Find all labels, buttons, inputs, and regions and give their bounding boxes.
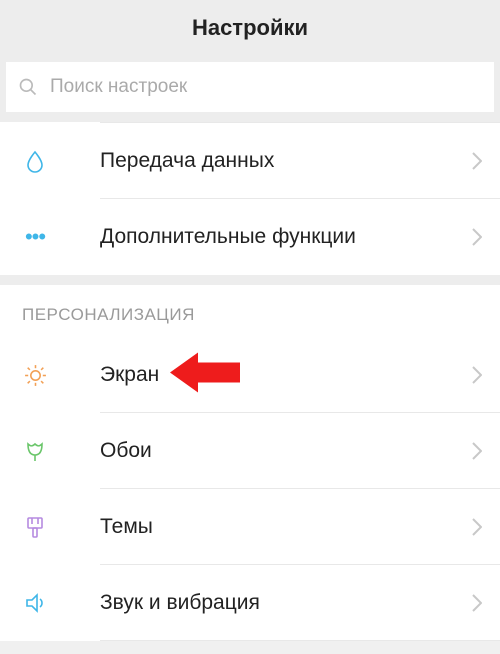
chevron-right-icon: [472, 442, 482, 460]
chevron-right-icon: [472, 152, 482, 170]
droplet-icon: [22, 148, 48, 174]
tulip-icon: [22, 438, 48, 464]
settings-row-data-transfer[interactable]: Передача данных: [0, 123, 500, 199]
settings-row-wallpaper[interactable]: Обои: [0, 413, 500, 489]
settings-row-additional-functions[interactable]: ••• Дополнительные функции: [0, 199, 500, 275]
settings-row-label: Звук и вибрация: [100, 591, 472, 615]
app-header: Настройки: [0, 0, 500, 56]
settings-row-themes[interactable]: Темы: [0, 489, 500, 565]
page-title: Настройки: [192, 15, 308, 41]
section-divider: [0, 275, 500, 285]
search-box[interactable]: [6, 62, 494, 112]
settings-row-display[interactable]: Экран: [0, 337, 500, 413]
settings-group-1: Передача данных ••• Дополнительные функц…: [0, 122, 500, 275]
chevron-right-icon: [472, 366, 482, 384]
dots-icon: •••: [22, 224, 48, 250]
sun-icon: [22, 362, 48, 388]
chevron-right-icon: [472, 594, 482, 612]
settings-row-label: Экран: [100, 363, 472, 387]
settings-row-label: Темы: [100, 515, 472, 539]
brush-icon: [22, 514, 48, 540]
search-input[interactable]: [50, 76, 482, 98]
sound-icon: [22, 590, 48, 616]
settings-row-label: Обои: [100, 439, 472, 463]
section-header-personalization: ПЕРСОНАЛИЗАЦИЯ: [0, 285, 500, 337]
settings-row-label: Передача данных: [100, 149, 472, 173]
settings-row-label: Дополнительные функции: [100, 225, 472, 249]
chevron-right-icon: [472, 228, 482, 246]
chevron-right-icon: [472, 518, 482, 536]
settings-row-sound-vibration[interactable]: Звук и вибрация: [0, 565, 500, 641]
settings-group-2: Экран Обои Темы: [0, 337, 500, 641]
search-icon: [18, 77, 38, 97]
search-container: [0, 56, 500, 122]
